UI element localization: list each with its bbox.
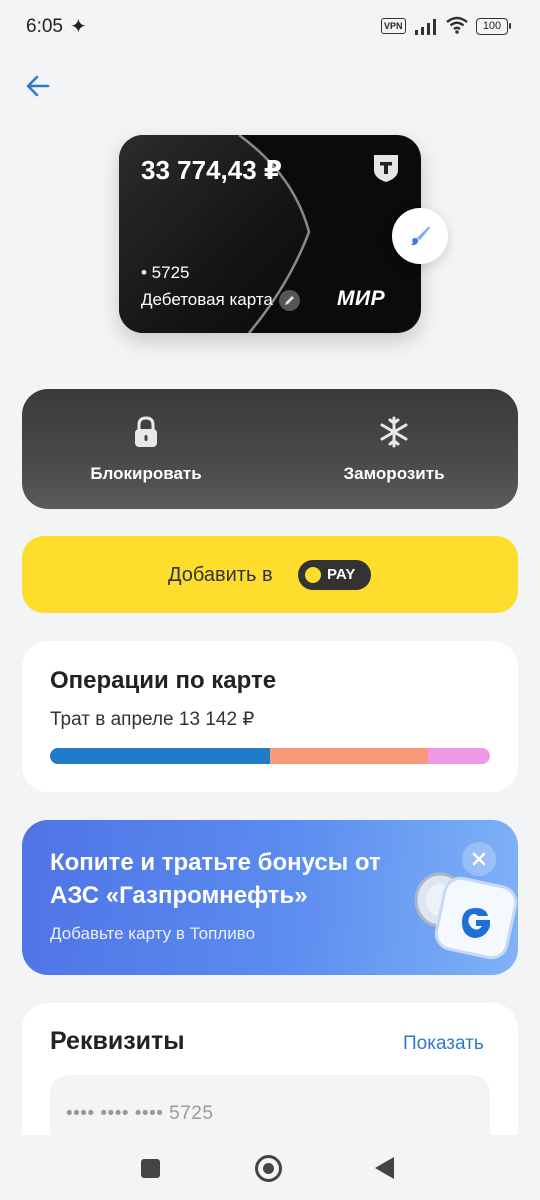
lock-icon [135,416,157,447]
freeze-label: Заморозить [343,464,445,483]
operations-title: Операции по карте [50,667,277,694]
back-triangle-icon[interactable] [375,1157,394,1179]
spending-segment [50,748,270,764]
add-to-pay-label: Добавить в [168,564,273,586]
back-button[interactable] [20,68,60,104]
wifi-icon [446,16,468,34]
arrow-left-icon [26,75,50,97]
promo-close-button[interactable] [462,842,496,876]
t-pay-badge: PAY [298,560,371,590]
add-to-pay-button[interactable]: Добавить в PAY [22,536,518,613]
gazpromneft-card-illustration [414,872,518,960]
system-nav-bar [0,1135,540,1200]
recents-icon[interactable] [141,1159,160,1178]
card-operations-section[interactable]: Операции по карте Трат в апреле 13 142 ₽ [22,641,518,792]
close-icon [472,852,486,866]
spending-segment [270,748,429,764]
spending-category-bar [50,748,490,764]
card-number-masked: •••• •••• •••• 5725 [66,1103,214,1124]
t-bank-shield-icon [374,155,398,182]
promo-title: Копите и тратьте бонусы от АЗС «Газпромн… [50,849,381,909]
pencil-icon[interactable] [279,290,300,311]
show-requisites-link[interactable]: Показать [403,1033,484,1055]
status-time: 6:05 [26,16,63,37]
block-button[interactable]: Блокировать [22,389,270,509]
sparkle-icon: ✦ [70,16,87,38]
home-icon[interactable] [255,1155,282,1182]
gazpromneft-promo-banner[interactable]: Копите и тратьте бонусы от АЗС «Газпромн… [22,820,518,975]
operations-spending: Трат в апреле 13 142 ₽ [50,709,255,730]
t-logo-icon [305,567,321,583]
signal-icon [415,19,436,35]
promo-subtitle: Добавьте карту в Топливо [50,924,256,943]
freeze-button[interactable]: Заморозить [270,389,518,509]
paint-brush-icon [411,226,430,246]
card-actions-panel: Блокировать Заморозить [22,389,518,509]
card-balance: 33 774,43 ₽ [141,155,282,185]
block-label: Блокировать [90,464,202,483]
card-design-button[interactable] [392,208,448,264]
mir-logo: МИР [337,287,386,310]
spending-segment [428,748,490,764]
pay-badge-text: PAY [327,566,356,583]
card-type: Дебетовая карта [141,290,273,309]
card-number: • 5725 [141,263,190,282]
battery-icon: 100 [476,18,511,35]
snowflake-icon [380,416,408,448]
status-bar: 6:05 ✦ VPN 100 [0,0,540,56]
requisites-title: Реквизиты [50,1027,185,1055]
card-visual[interactable]: 33 774,43 ₽ • 5725 Дебетовая карта МИР [119,135,421,333]
vpn-badge: VPN [381,18,406,34]
